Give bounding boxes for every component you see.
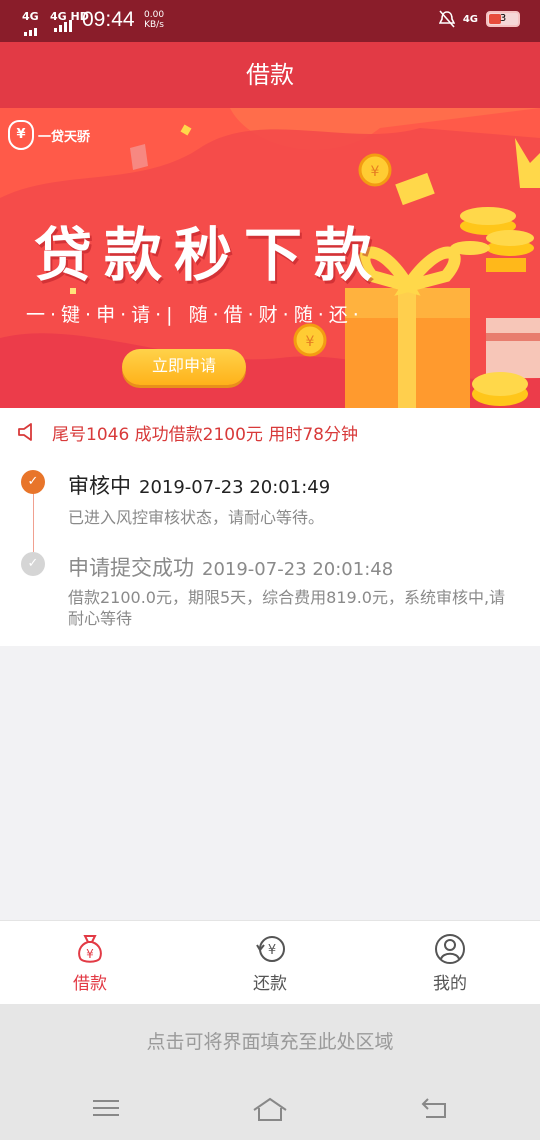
notice-text: 尾号1046 成功借款2100元 用时78分钟 xyxy=(52,424,358,445)
home-icon[interactable] xyxy=(252,1096,288,1122)
battery-icon: 3 xyxy=(486,11,520,27)
promo-banner[interactable]: ¥ ¥ ¥ 一贷天骄 贷款秒下款 一·键·申·请·| 随·借·财·随·还· 立即… xyxy=(0,108,540,408)
tab-repay-label: 还款 xyxy=(253,974,287,994)
money-bag-icon: ¥ xyxy=(78,935,102,963)
tab-loan-label: 借款 xyxy=(73,974,107,994)
timeline-item-time: 2019-07-23 20:01:48 xyxy=(202,559,394,580)
mute-bell-icon xyxy=(438,10,455,28)
svg-text:¥: ¥ xyxy=(86,947,94,961)
bottom-nav: ¥ 借款 ¥ 还款 我的 xyxy=(0,920,540,1004)
svg-text:¥: ¥ xyxy=(268,943,276,958)
brand-name: 一贷天骄 xyxy=(38,129,91,145)
status-icons: 4G 3 xyxy=(438,10,520,28)
check-icon-done: ✓ xyxy=(21,552,45,576)
notice-bar: 尾号1046 成功借款2100元 用时78分钟 xyxy=(0,408,540,456)
signal-bars-1-icon xyxy=(24,22,37,36)
timeline-item-desc: 已进入风控审核状态，请耐心等待。 xyxy=(68,508,325,527)
timeline-item-title: 审核中 2019-07-23 20:01:49 xyxy=(68,470,330,500)
back-icon[interactable] xyxy=(420,1096,448,1120)
timeline-item-time: 2019-07-23 20:01:49 xyxy=(139,477,331,498)
page-title: 借款 xyxy=(0,42,540,108)
timeline-item-title-text: 审核中 xyxy=(68,474,131,498)
brand-logo: ¥ 一贷天骄 xyxy=(8,120,90,150)
signal-bars-2-icon xyxy=(54,18,72,32)
tab-repay[interactable]: ¥ 还款 xyxy=(180,921,360,1004)
system-nav-bar xyxy=(0,1080,540,1140)
fill-screen-hint[interactable]: 点击可将界面填充至此处区域 xyxy=(0,1004,540,1080)
tab-mine-label: 我的 xyxy=(433,974,467,994)
banner-headline: 贷款秒下款 xyxy=(34,221,385,289)
status-bar: 4G 4G HD 09:44 0.00 KB/s 4G 3 xyxy=(0,0,540,42)
timeline-item-title-text: 申请提交成功 xyxy=(68,556,194,580)
network-speed: 0.00 KB/s xyxy=(144,10,164,30)
apply-now-button[interactable]: 立即申请 xyxy=(122,349,246,385)
speed-unit: KB/s xyxy=(144,20,164,30)
check-icon-active: ✓ xyxy=(21,470,45,494)
battery-level: 3 xyxy=(499,13,507,24)
user-icon xyxy=(435,934,465,964)
speaker-icon xyxy=(18,423,32,441)
speed-value: 0.00 xyxy=(144,10,165,20)
timeline-item-desc: 借款2100.0元，期限5天，综合费用819.0元，系统审核中,请耐心等待 xyxy=(68,588,506,628)
svg-text:¥: ¥ xyxy=(306,334,315,350)
brand-bag-icon: ¥ xyxy=(8,120,34,150)
tab-loan[interactable]: ¥ 借款 xyxy=(0,921,180,1004)
tab-mine[interactable]: 我的 xyxy=(360,921,540,1004)
network-label-right: 4G xyxy=(462,13,478,25)
clock: 09:44 xyxy=(82,8,135,31)
repay-icon: ¥ xyxy=(256,936,285,962)
status-timeline: ✓ 审核中 2019-07-23 20:01:49 已进入风控审核状态，请耐心等待… xyxy=(0,456,540,646)
svg-text:¥: ¥ xyxy=(371,164,380,180)
menu-icon[interactable] xyxy=(92,1096,120,1120)
banner-subtitle: 一·键·申·请·| 随·借·财·随·还· xyxy=(26,304,364,326)
timeline-item-title: 申请提交成功 2019-07-23 20:01:48 xyxy=(68,552,393,582)
timeline-connector xyxy=(33,492,34,552)
